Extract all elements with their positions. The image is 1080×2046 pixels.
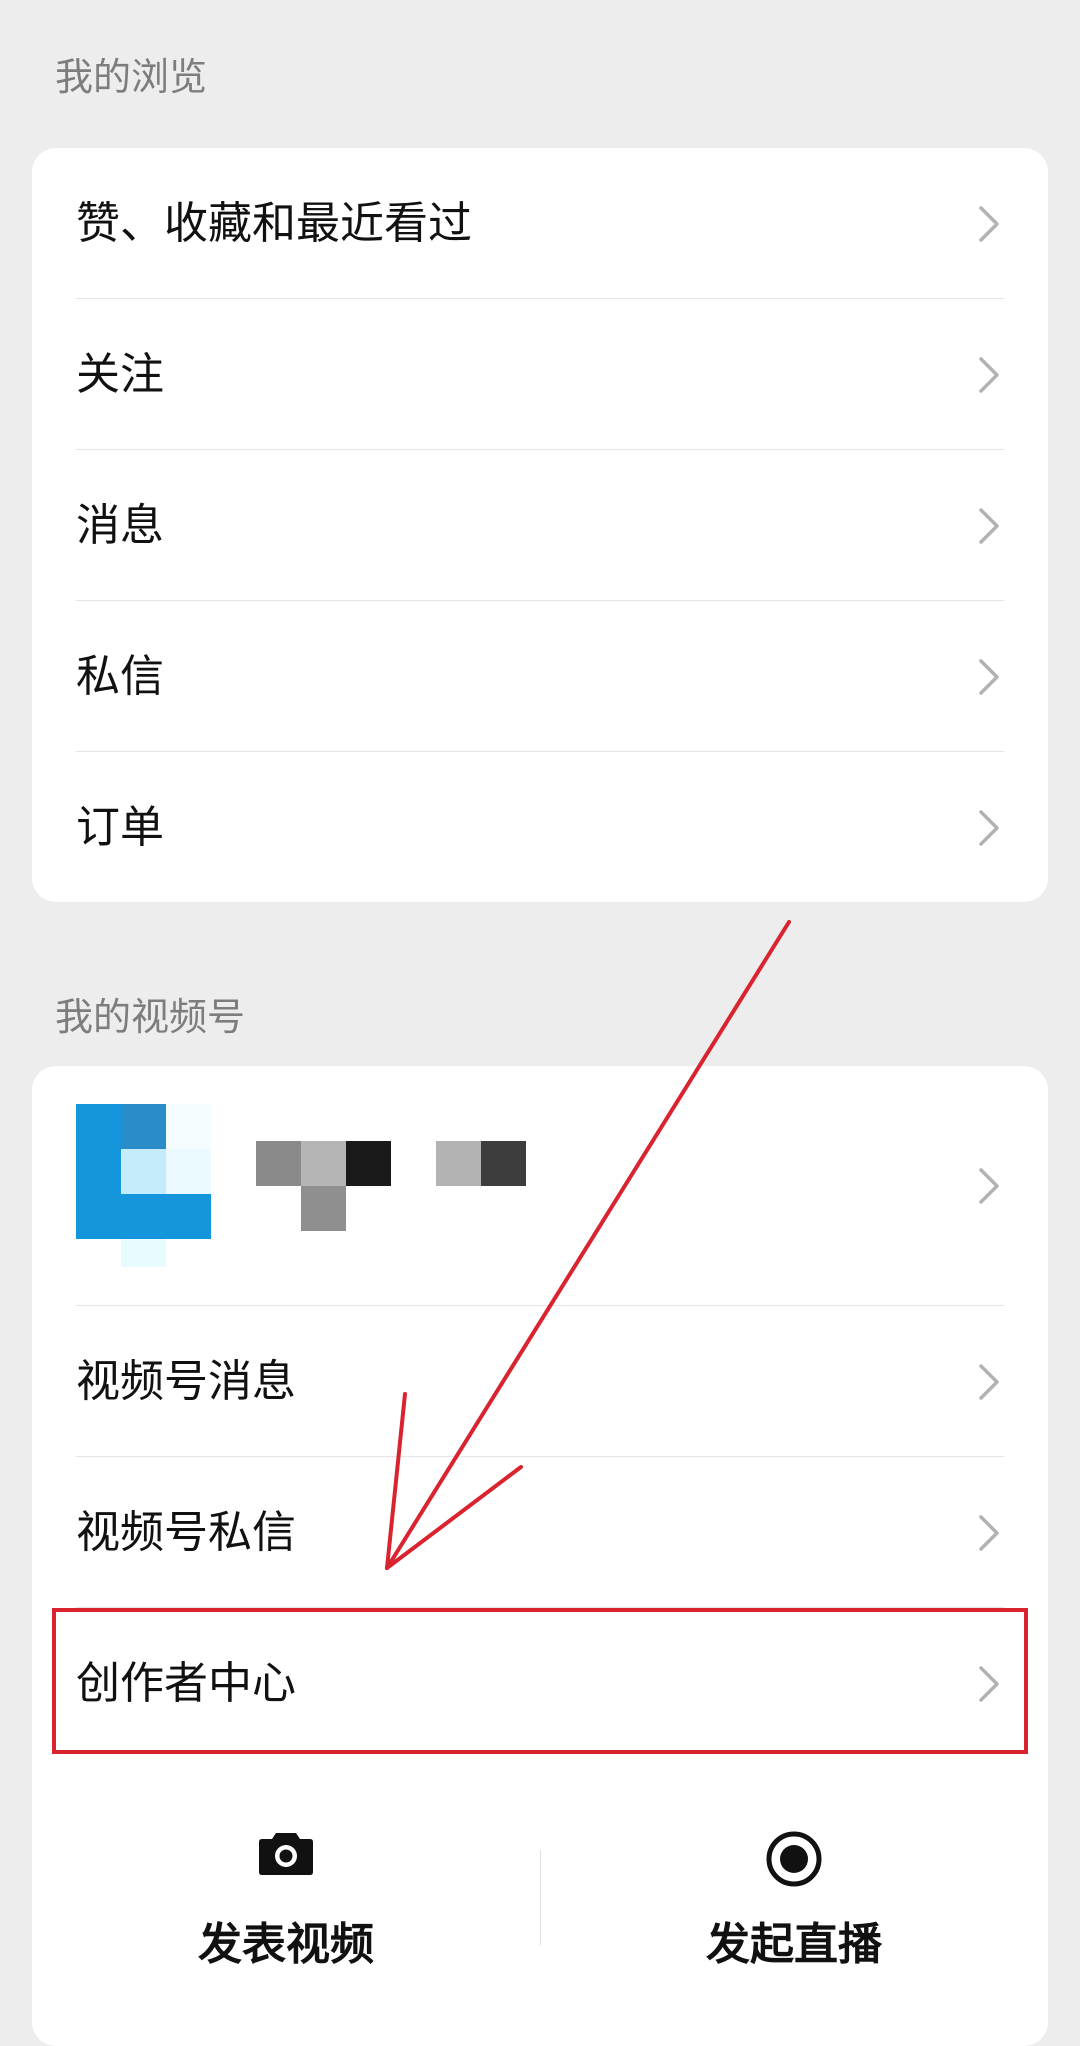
messages-label: 消息 bbox=[76, 499, 164, 551]
live-record-icon bbox=[765, 1830, 823, 1892]
creator-center-label: 创作者中心 bbox=[76, 1657, 296, 1709]
orders-label: 订单 bbox=[76, 801, 164, 853]
chevron-right-icon bbox=[974, 655, 1004, 699]
creator-center-item[interactable]: 创作者中心 bbox=[32, 1608, 1048, 1759]
chevron-right-icon bbox=[974, 1511, 1004, 1555]
go-live-label: 发起直播 bbox=[706, 1919, 882, 1970]
channel-private-messages-item[interactable]: 视频号私信 bbox=[32, 1457, 1048, 1608]
channel-profile-item[interactable] bbox=[32, 1066, 1048, 1306]
avatar bbox=[76, 1103, 211, 1269]
channel-actions-bar: 发表视频 发起直播 bbox=[32, 1770, 1048, 2023]
channel-name-mosaic bbox=[256, 1141, 974, 1231]
chevron-right-icon bbox=[974, 202, 1004, 246]
likes-favorites-recent-item[interactable]: 赞、收藏和最近看过 bbox=[32, 148, 1048, 299]
channel-messages-item[interactable]: 视频号消息 bbox=[32, 1306, 1048, 1457]
private-messages-label: 私信 bbox=[76, 650, 164, 702]
channel-private-messages-label: 视频号私信 bbox=[76, 1506, 296, 1558]
chevron-right-icon bbox=[974, 504, 1004, 548]
chevron-right-icon bbox=[974, 806, 1004, 850]
camera-icon bbox=[258, 1830, 314, 1880]
go-live-button[interactable]: 发起直播 bbox=[540, 1770, 1048, 2023]
chevron-right-icon bbox=[974, 1360, 1004, 1404]
messages-item[interactable]: 消息 bbox=[32, 450, 1048, 601]
following-label: 关注 bbox=[76, 348, 164, 400]
chevron-right-icon bbox=[974, 1164, 1004, 1208]
divider bbox=[540, 1850, 541, 1945]
channel-messages-label: 视频号消息 bbox=[76, 1355, 296, 1407]
private-messages-item[interactable]: 私信 bbox=[32, 601, 1048, 752]
post-video-button[interactable]: 发表视频 bbox=[32, 1770, 540, 2023]
orders-item[interactable]: 订单 bbox=[32, 752, 1048, 902]
chevron-right-icon bbox=[974, 1662, 1004, 1706]
chevron-right-icon bbox=[974, 353, 1004, 397]
browsing-card: 赞、收藏和最近看过 关注 消息 私信 订单 bbox=[32, 148, 1048, 902]
post-video-label: 发表视频 bbox=[198, 1919, 374, 1970]
following-item[interactable]: 关注 bbox=[32, 299, 1048, 450]
likes-favorites-recent-label: 赞、收藏和最近看过 bbox=[76, 197, 472, 249]
channels-section-title: 我的视频号 bbox=[55, 995, 246, 1039]
browsing-section-title: 我的浏览 bbox=[55, 55, 208, 99]
